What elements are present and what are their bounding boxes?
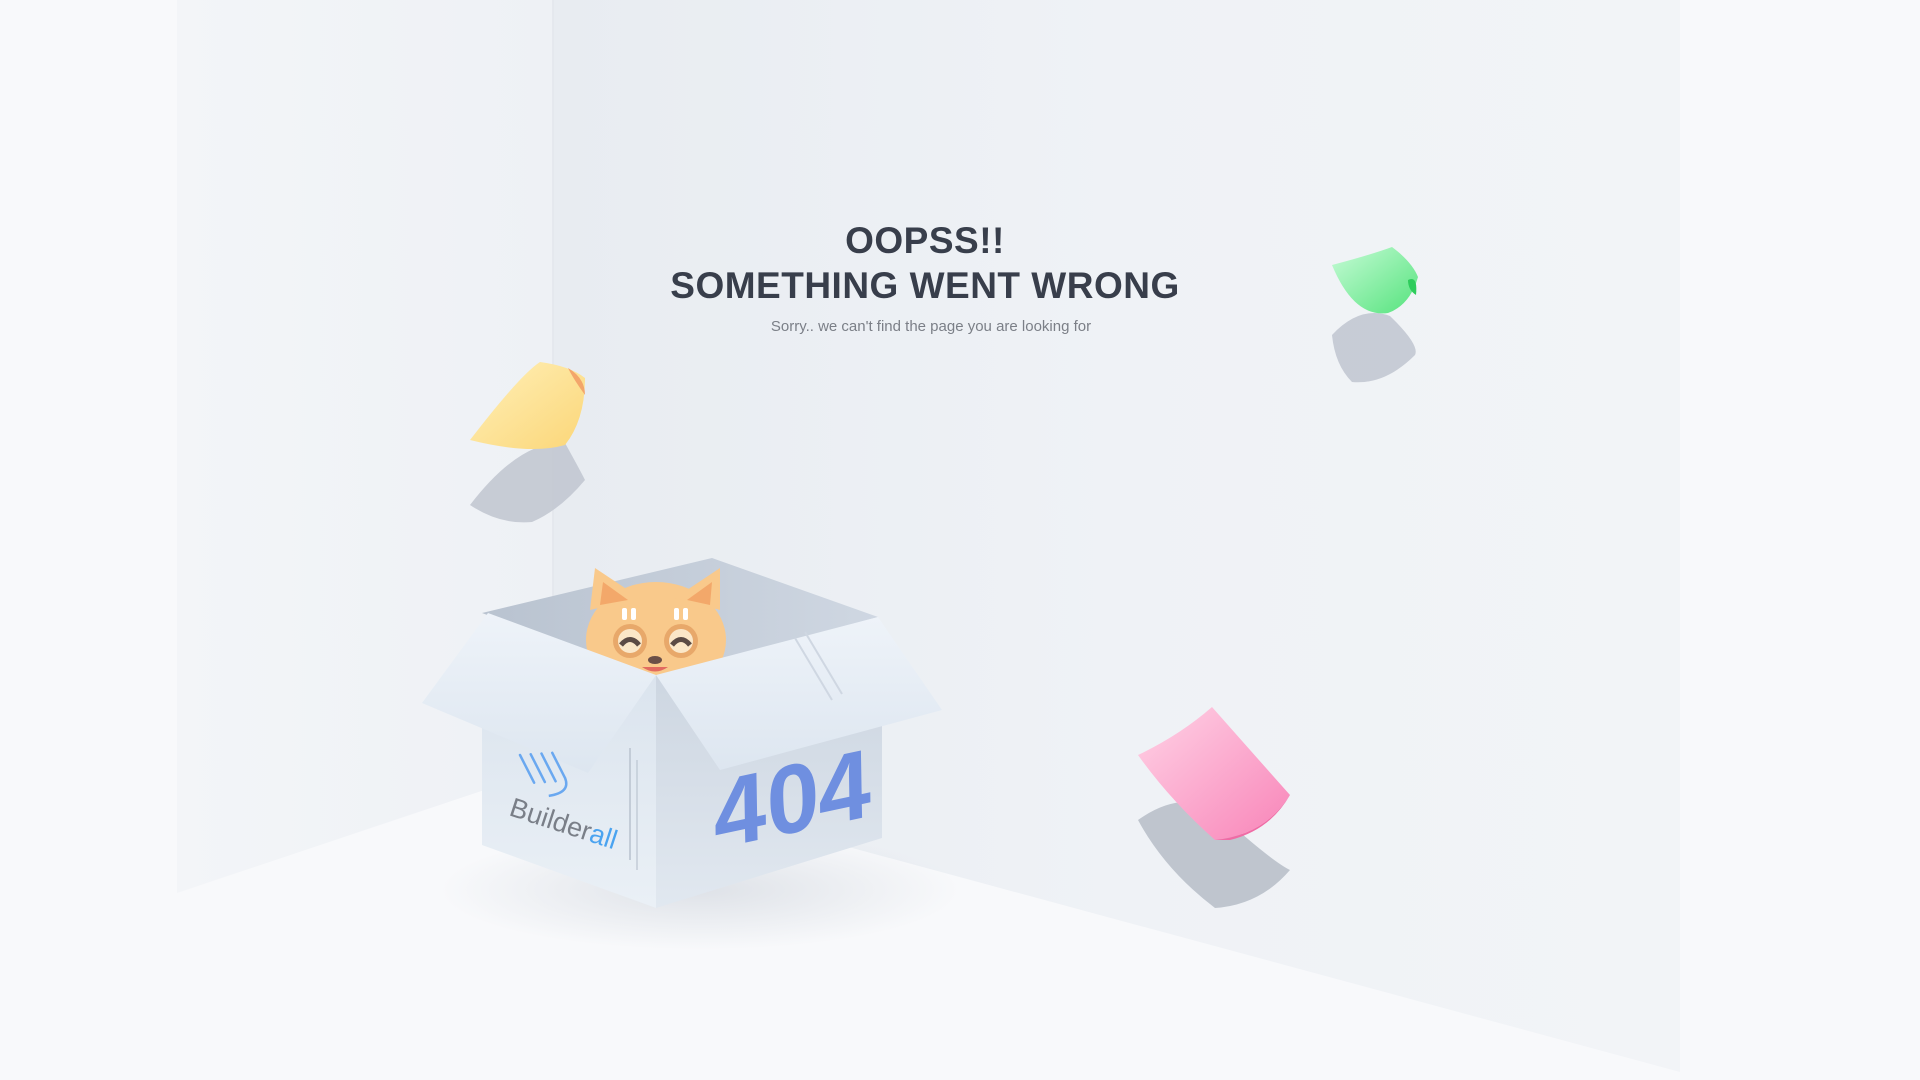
room-illustration: Builderall 404	[177, 0, 1680, 1072]
title-line-something-went-wrong: SOMETHING WENT WRONG	[670, 265, 1180, 306]
error-page: Builderall 404 OOPSS!! SOMETHING WENT WR…	[0, 0, 1920, 1080]
page-subtitle: Sorry.. we can't find the page you are l…	[770, 318, 1092, 335]
page-title: OOPSS!! SOMETHING WENT WRONG	[0, 218, 1850, 308]
title-line-oops: OOPSS!!	[845, 220, 1005, 261]
